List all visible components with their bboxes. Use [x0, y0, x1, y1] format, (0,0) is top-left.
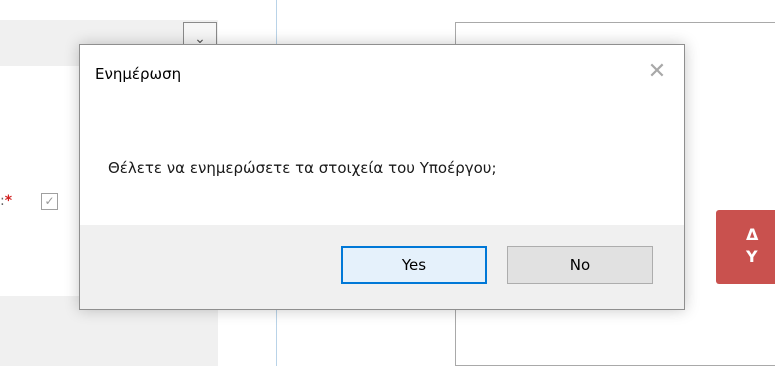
background-red-button[interactable]: Δ Y	[716, 210, 775, 284]
background-field-label: :*	[0, 193, 12, 209]
required-asterisk: *	[4, 193, 13, 209]
screen: ⌄ :* ✓ Δ Y Ενημέρωση ✕ Θέλετε να ενημερώ…	[0, 0, 775, 366]
dialog-message: Θέλετε να ενημερώσετε τα στοιχεία του Υπ…	[108, 159, 497, 177]
confirm-dialog: Ενημέρωση ✕ Θέλετε να ενημερώσετε τα στο…	[79, 44, 685, 310]
red-button-line-2: Y	[746, 247, 758, 266]
no-button[interactable]: No	[507, 246, 653, 284]
red-button-line-1: Δ	[746, 225, 759, 244]
background-checkbox[interactable]: ✓	[41, 193, 58, 210]
dialog-footer: Yes No	[80, 225, 684, 309]
yes-button[interactable]: Yes	[341, 246, 487, 284]
dialog-title: Ενημέρωση	[95, 65, 182, 83]
close-icon[interactable]: ✕	[646, 61, 668, 83]
